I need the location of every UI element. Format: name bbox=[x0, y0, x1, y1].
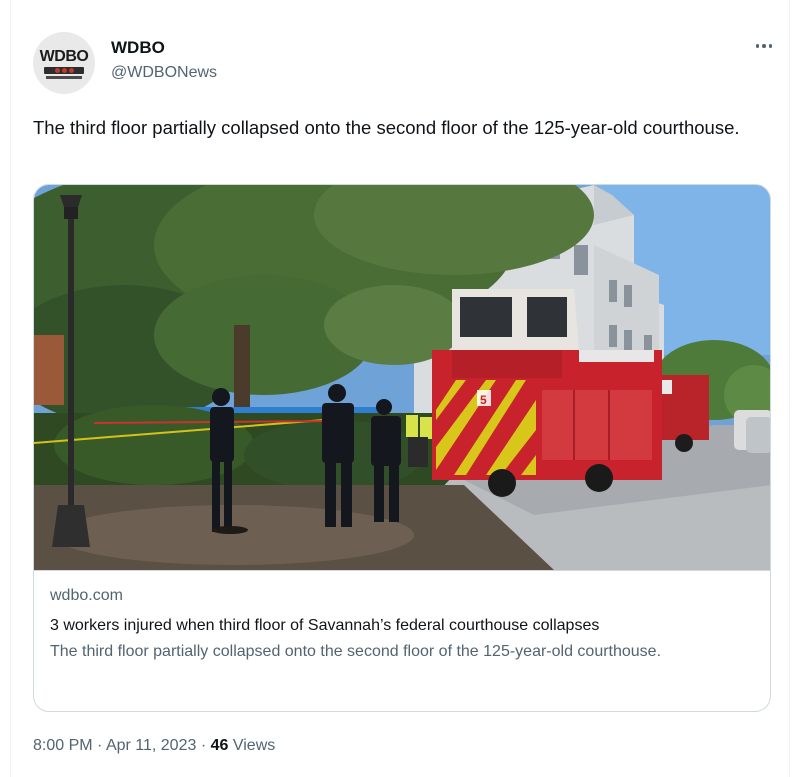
meta-separator: · bbox=[200, 737, 207, 754]
more-options-icon[interactable] bbox=[749, 36, 779, 56]
tweet-time[interactable]: 8:00 PM bbox=[33, 737, 93, 754]
tweet-text: The third floor partially collapsed onto… bbox=[33, 117, 740, 138]
avatar[interactable]: WDBO bbox=[33, 32, 95, 94]
news-photo[interactable]: 5 bbox=[34, 185, 771, 570]
link-domain[interactable]: wdbo.com bbox=[50, 585, 754, 607]
link-description: The third floor partially collapsed onto… bbox=[50, 643, 662, 660]
fire-truck-number: 5 bbox=[480, 393, 487, 407]
views-label[interactable]: Views bbox=[233, 737, 275, 754]
wdbo-logo: WDBO bbox=[39, 48, 89, 65]
link-info[interactable]: wdbo.com 3 workers injured when third fl… bbox=[34, 570, 770, 711]
user-handle[interactable]: @WDBONews bbox=[111, 64, 217, 82]
link-preview-card[interactable]: 5 wdbo.com 3 workers injured when third … bbox=[33, 184, 771, 712]
tweet-date[interactable]: Apr 11, 2023 bbox=[106, 737, 196, 754]
tweet-meta: 8:00 PM · Apr 11, 2023 · 46 Views bbox=[33, 737, 275, 755]
link-title[interactable]: 3 workers injured when third floor of Sa… bbox=[50, 613, 754, 639]
meta-separator: · bbox=[97, 737, 103, 754]
views-count[interactable]: 46 bbox=[211, 737, 229, 754]
tweet-card: WDBO WDBO @WDBONews The third floor part… bbox=[10, 0, 790, 777]
logo-frequency-bar bbox=[44, 67, 84, 74]
logo-stripe bbox=[46, 76, 82, 79]
display-name[interactable]: WDBO bbox=[111, 38, 165, 58]
